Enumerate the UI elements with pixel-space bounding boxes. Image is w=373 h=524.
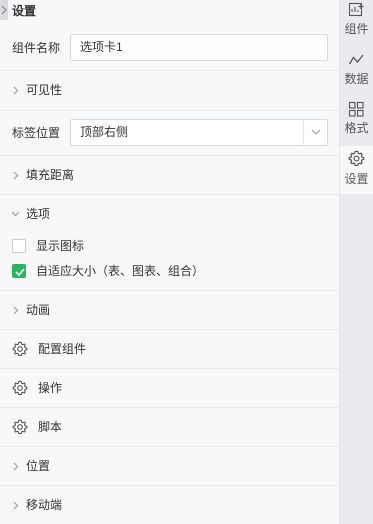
tab-position-row: 标签位置 顶部右侧 (0, 119, 340, 159)
tab-position-select[interactable]: 顶部右侧 (70, 119, 328, 146)
section-script[interactable]: 脚本 (0, 408, 340, 446)
section-configure-component[interactable]: 配置组件 (0, 330, 340, 368)
gear-icon (348, 150, 365, 166)
rail-label-settings: 设置 (344, 172, 369, 186)
section-position-label: 位置 (26, 459, 51, 473)
tab-position-label: 标签位置 (12, 126, 61, 140)
panel-title: 设置 (12, 4, 37, 18)
add-component-icon (348, 2, 364, 17)
auto-size-label: 自适应大小（表、图表、组合） (36, 264, 205, 278)
component-name-label: 组件名称 (12, 41, 61, 55)
section-configure-component-label: 配置组件 (38, 342, 87, 356)
rail-label-components: 组件 (344, 22, 369, 36)
section-position[interactable]: 位置 (0, 447, 340, 485)
side-rail: 组件 数据 格式 设置 (340, 0, 373, 524)
chevron-right-icon (11, 447, 21, 485)
section-actions[interactable]: 操作 (0, 369, 340, 407)
section-visibility[interactable]: 可见性 (0, 71, 340, 109)
section-padding-label: 填充距离 (26, 168, 75, 182)
chevron-down-icon (11, 195, 21, 233)
section-options[interactable]: 选项 (0, 195, 340, 233)
rail-label-format: 格式 (344, 121, 369, 135)
gear-icon (12, 419, 28, 435)
chevron-right-icon (11, 486, 21, 524)
gear-icon (12, 380, 28, 396)
rail-label-data: 数据 (344, 72, 369, 86)
rail-tab-settings[interactable]: 设置 (340, 146, 373, 194)
option-auto-size[interactable]: 自适应大小（表、图表、组合） (12, 261, 332, 281)
rail-tab-components[interactable]: 组件 (340, 0, 373, 48)
section-padding[interactable]: 填充距离 (0, 156, 340, 194)
component-name-row: 组件名称 选项卡1 (0, 34, 340, 74)
chevron-right-icon (11, 156, 21, 194)
section-actions-label: 操作 (38, 381, 63, 395)
option-show-icon[interactable]: 显示图标 (12, 236, 332, 256)
tab-position-value: 顶部右侧 (80, 125, 129, 139)
section-script-label: 脚本 (38, 420, 63, 434)
line-chart-icon (348, 54, 364, 65)
show-icon-label: 显示图标 (36, 239, 85, 253)
settings-panel: 设置 组件名称 选项卡1 可见性 标签位置 顶部右侧 填充距离 选项 显示图标 … (0, 0, 340, 524)
section-visibility-label: 可见性 (26, 83, 63, 97)
component-name-input[interactable]: 选项卡1 (70, 34, 328, 61)
chevron-down-icon (311, 129, 321, 135)
chevron-right-icon (11, 291, 21, 329)
collapse-panel-handle[interactable] (0, 0, 8, 20)
check-icon (15, 268, 25, 276)
section-mobile-label: 移动端 (26, 498, 63, 512)
section-mobile[interactable]: 移动端 (0, 486, 340, 524)
divider (0, 110, 340, 111)
component-name-value: 选项卡1 (80, 40, 123, 54)
rail-tab-format[interactable]: 格式 (340, 98, 373, 146)
section-animation-label: 动画 (26, 303, 51, 317)
grid-format-icon (348, 101, 364, 117)
auto-size-checkbox[interactable] (12, 264, 26, 278)
section-options-label: 选项 (26, 207, 51, 221)
chevron-right-icon (11, 71, 21, 109)
chevron-right-icon (1, 5, 7, 15)
section-animation[interactable]: 动画 (0, 291, 340, 329)
rail-tab-data[interactable]: 数据 (340, 50, 373, 98)
show-icon-checkbox[interactable] (12, 239, 26, 253)
dropdown-toggle[interactable] (303, 120, 327, 145)
gear-icon (12, 341, 28, 357)
